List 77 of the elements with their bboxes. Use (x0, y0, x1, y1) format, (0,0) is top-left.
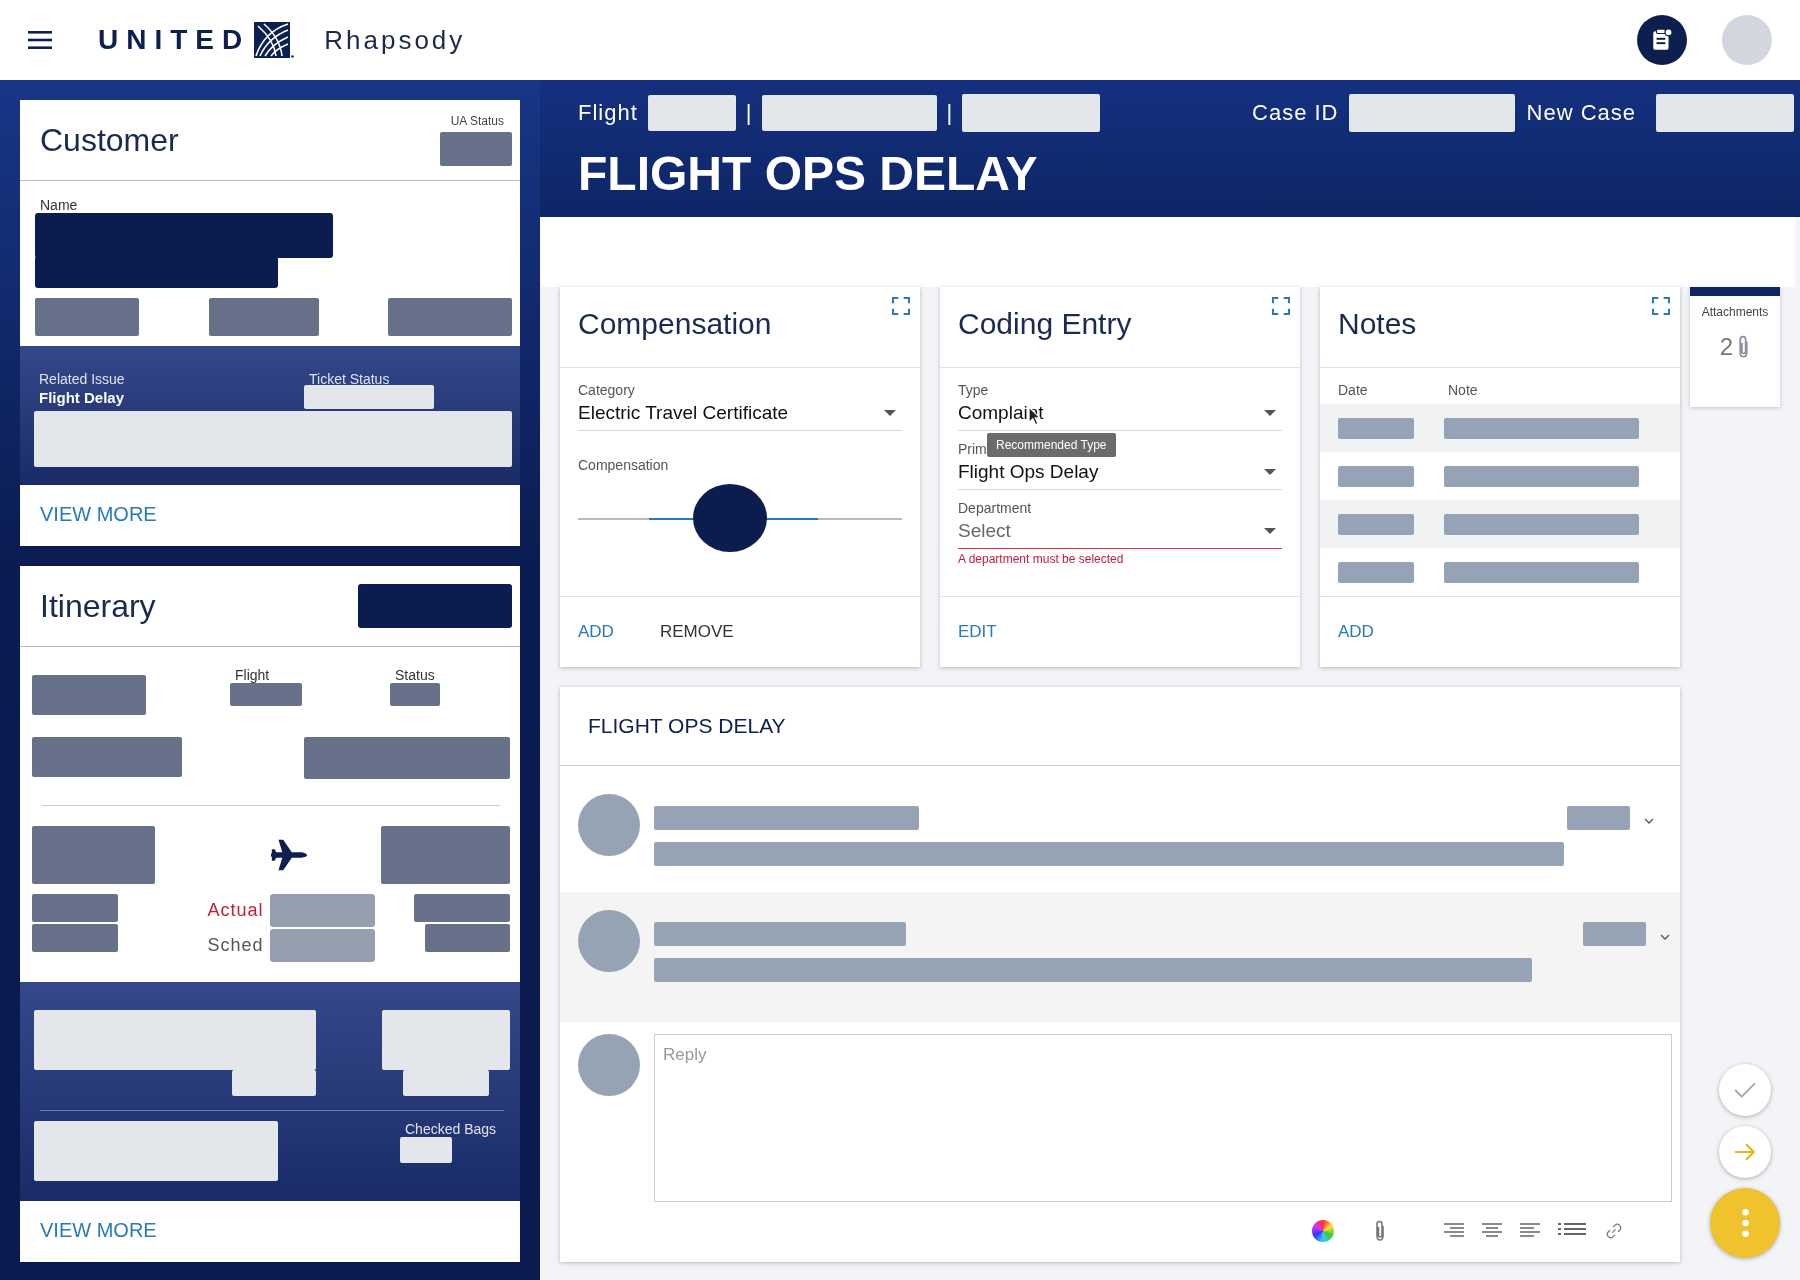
field-label: Related Issue (38, 371, 126, 387)
chevron-icon[interactable] (1644, 818, 1654, 824)
dropdown-field[interactable]: Flight Ops Delay (958, 457, 1282, 490)
sched-label: Sched (207, 935, 264, 956)
field-label: Status (394, 667, 436, 683)
expand-icon[interactable] (1272, 297, 1290, 315)
align-right-icon[interactable] (1444, 1223, 1464, 1239)
tooltip: Recommended Type (987, 433, 1116, 457)
field-value: Flight Delay (38, 389, 125, 406)
airplane-icon (269, 837, 307, 873)
field-label: Name (39, 197, 79, 213)
field-label: Category (578, 382, 636, 398)
field-label: Type (958, 382, 989, 398)
view-more-link[interactable]: VIEW MORE (40, 503, 157, 525)
field-label: Compensation (578, 457, 670, 473)
card-title: Coding Entry (958, 307, 1132, 341)
align-center-icon[interactable] (1482, 1223, 1502, 1239)
field-label: New Case (1526, 100, 1636, 126)
redaction-block (230, 683, 302, 706)
check-icon (1734, 1081, 1756, 1099)
more-icon (1741, 1209, 1749, 1237)
paperclip-icon (1737, 335, 1751, 359)
field-label: Prim (958, 441, 987, 457)
action-button[interactable]: ADD (1338, 622, 1374, 642)
case-title: FLIGHT OPS DELAY (578, 146, 1039, 201)
card-title: Compensation (578, 307, 772, 341)
field-label: Checked Bags (404, 1121, 498, 1137)
error-message: A department must be selected (958, 552, 1125, 566)
field-label: Flight (234, 667, 271, 683)
field-label: Case ID (1252, 100, 1339, 126)
reply-field[interactable]: Reply (654, 1034, 1672, 1202)
caret-icon (1264, 410, 1276, 416)
chevron-icon[interactable] (1660, 934, 1670, 940)
arrow-right-icon (1734, 1143, 1756, 1161)
align-left-icon[interactable] (1520, 1223, 1540, 1239)
clipboard-icon (1651, 28, 1673, 52)
paperclip-icon[interactable] (1374, 1220, 1386, 1242)
category-select[interactable]: Electric Travel Certificate (578, 398, 902, 431)
field-label: Department (958, 500, 1032, 516)
attachment-count: 2 (1719, 333, 1734, 361)
redaction-block (440, 132, 512, 166)
action-button[interactable]: REMOVE (659, 622, 734, 642)
redaction-block (400, 1137, 452, 1163)
actual-label: Actual (207, 900, 264, 921)
card-title: Itinerary (40, 587, 156, 625)
color-wheel-icon[interactable] (1312, 1220, 1334, 1242)
separator-text: | (745, 100, 752, 126)
view-more-link[interactable]: VIEW MORE (40, 1219, 157, 1241)
attachments-label: Attachments (1701, 305, 1769, 319)
action-button[interactable]: EDIT (958, 622, 997, 642)
separator-text: | (946, 100, 953, 126)
redaction-block (1583, 922, 1646, 946)
column-header: Note (1448, 382, 1478, 398)
expand-icon[interactable] (892, 297, 910, 315)
expand-icon[interactable] (1652, 297, 1670, 315)
card-title: Customer (40, 121, 179, 159)
card-title: Notes (1338, 307, 1417, 341)
check-button[interactable] (1719, 1064, 1771, 1116)
notes-button[interactable] (1637, 15, 1687, 65)
caret-icon (884, 410, 896, 416)
redaction-block (390, 683, 440, 706)
column-header: Date (1338, 382, 1369, 398)
brand-logo-text: UNITED (98, 24, 251, 56)
field-label: Ticket Status (308, 371, 391, 387)
caret-icon (1264, 528, 1276, 534)
redaction-block (1567, 806, 1630, 830)
attachments-card[interactable]: Attachments 2 (1690, 287, 1780, 407)
globe-logo-icon (254, 22, 295, 58)
caret-icon (1264, 469, 1276, 475)
app-name: Rhapsody (324, 24, 466, 56)
thread-title: FLIGHT OPS DELAY (588, 714, 786, 738)
action-button[interactable]: ADD (578, 622, 614, 642)
menu-icon[interactable] (28, 31, 52, 49)
field-label: UA Status (450, 114, 504, 128)
field-label: Flight (578, 100, 638, 126)
dropdown-field[interactable]: Select (958, 516, 1282, 549)
link-icon[interactable] (1604, 1223, 1624, 1239)
